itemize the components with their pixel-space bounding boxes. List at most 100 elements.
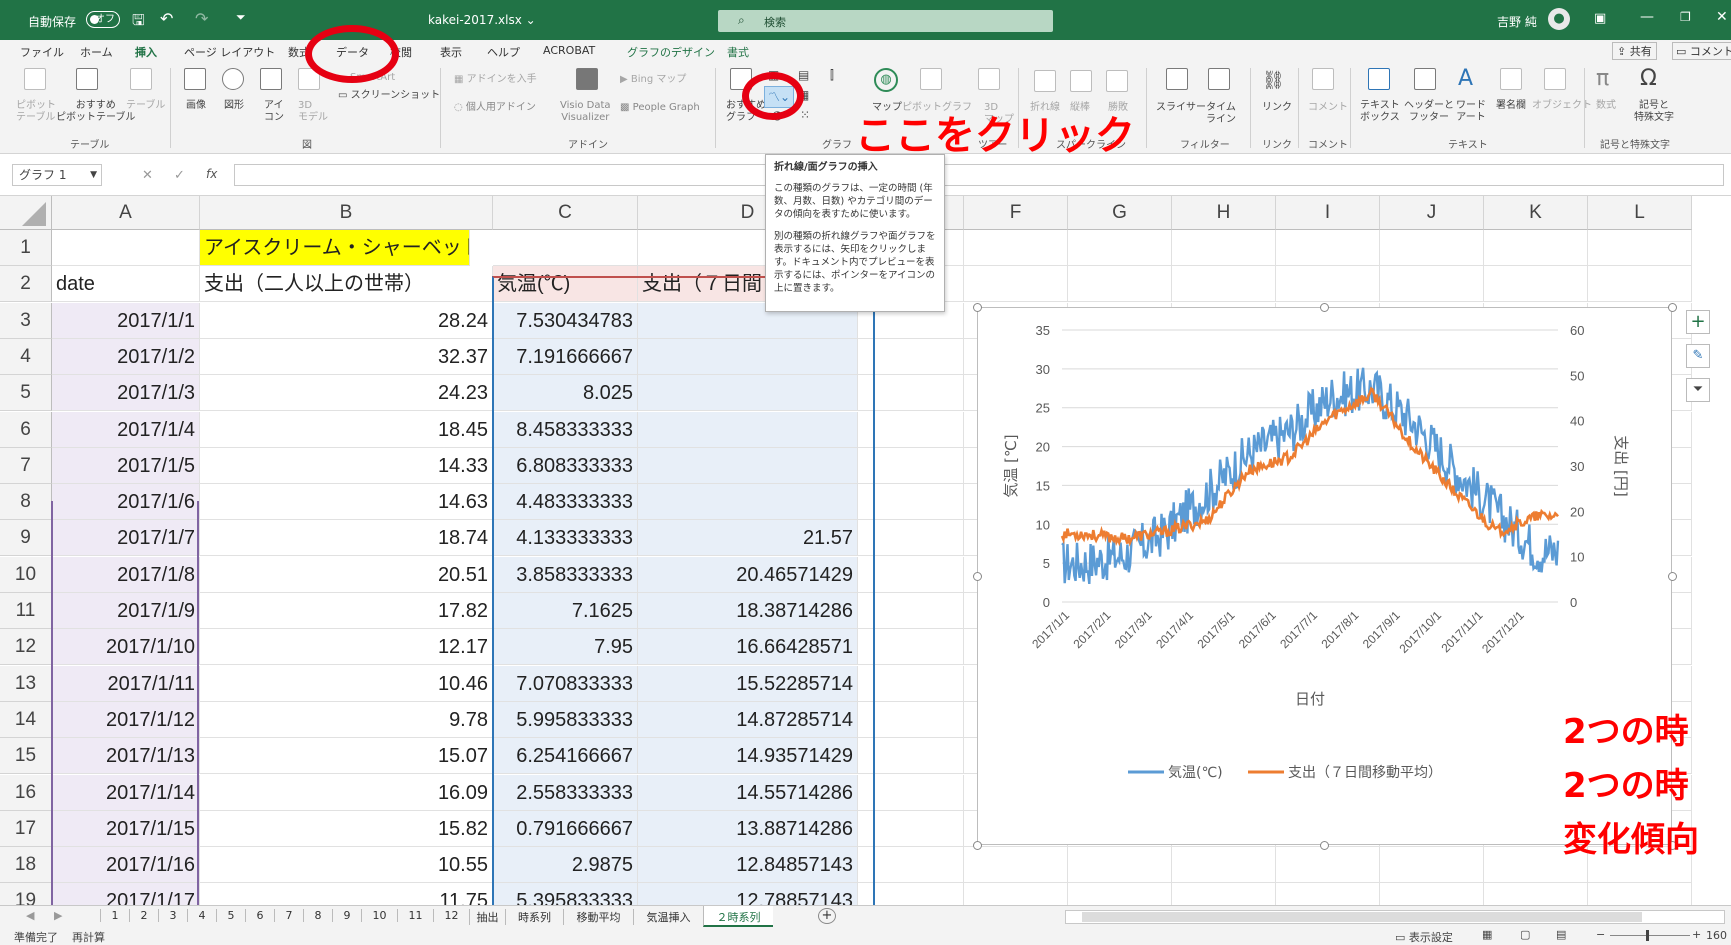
cell[interactable]: [858, 775, 964, 811]
insert-function-icon[interactable]: fx: [206, 167, 217, 181]
timeline-button[interactable]: タイム ライン: [1206, 102, 1236, 126]
get-addins-button[interactable]: ▦ アドインを入手: [454, 74, 537, 86]
column-header[interactable]: K: [1484, 196, 1588, 230]
cell[interactable]: [1172, 230, 1276, 266]
cell[interactable]: [1276, 883, 1380, 905]
cell[interactable]: [52, 230, 200, 266]
row-header[interactable]: 2: [0, 266, 52, 302]
cell[interactable]: [858, 738, 964, 774]
textbox-button[interactable]: テキスト ボックス: [1360, 100, 1400, 124]
equation-button[interactable]: 数式: [1596, 100, 1616, 112]
row-header[interactable]: 8: [0, 484, 52, 520]
resize-handle[interactable]: [1668, 572, 1677, 581]
signature-button[interactable]: 署名欄: [1496, 100, 1526, 112]
insert-comment-button[interactable]: コメント: [1308, 102, 1348, 114]
display-settings-button[interactable]: ▭ 表示設定: [1395, 929, 1453, 945]
row-header[interactable]: 6: [0, 412, 52, 448]
resize-handle[interactable]: [973, 303, 982, 312]
cell[interactable]: 18.74: [200, 520, 493, 556]
sheet-tab[interactable]: 10: [361, 909, 397, 922]
cell[interactable]: 32.37: [200, 339, 493, 375]
resize-handle[interactable]: [1320, 841, 1329, 850]
bing-maps-button[interactable]: ▶ Bing マップ: [620, 74, 686, 86]
sheet-tab[interactable]: 7: [274, 909, 303, 922]
tab-file[interactable]: ファイル: [20, 44, 64, 60]
save-icon[interactable]: 🖫: [132, 10, 145, 35]
cell[interactable]: [1276, 266, 1380, 302]
resize-handle[interactable]: [1668, 303, 1677, 312]
share-button[interactable]: ⇪ 共有: [1612, 42, 1657, 60]
cell[interactable]: 6.254166667: [493, 738, 638, 774]
cell[interactable]: [858, 520, 964, 556]
column-header[interactable]: G: [1068, 196, 1172, 230]
header-cell[interactable]: 気温(℃): [493, 266, 638, 302]
row-header[interactable]: 17: [0, 811, 52, 847]
cell[interactable]: [1276, 847, 1380, 883]
row-header[interactable]: 1: [0, 230, 52, 266]
column-header[interactable]: H: [1172, 196, 1276, 230]
cell[interactable]: [493, 230, 638, 266]
row-header[interactable]: 3: [0, 303, 52, 339]
cell[interactable]: 17.82: [200, 593, 493, 629]
row-header[interactable]: 9: [0, 520, 52, 556]
cell[interactable]: 14.33: [200, 448, 493, 484]
cell[interactable]: [858, 811, 964, 847]
cell[interactable]: 5.395833333: [493, 883, 638, 905]
slicer-button[interactable]: スライサー: [1156, 102, 1206, 114]
cell[interactable]: 2017/1/11: [52, 666, 200, 702]
cell[interactable]: 14.55714286: [638, 775, 858, 811]
row-header[interactable]: 12: [0, 629, 52, 665]
chart-styles-brush-icon[interactable]: ✎: [1686, 344, 1710, 368]
tab-page-layout[interactable]: ページ レイアウト: [184, 44, 275, 60]
cell[interactable]: [858, 412, 964, 448]
tab-format[interactable]: 書式: [727, 44, 749, 60]
resize-handle[interactable]: [973, 572, 982, 581]
cell[interactable]: 7.1625: [493, 593, 638, 629]
cell[interactable]: 4.483333333: [493, 484, 638, 520]
formula-input[interactable]: [234, 164, 1724, 186]
tab-view[interactable]: 表示: [440, 44, 462, 60]
cell[interactable]: 2017/1/12: [52, 702, 200, 738]
cell[interactable]: [1380, 847, 1484, 883]
tab-acrobat[interactable]: ACROBAT: [543, 44, 595, 57]
cell[interactable]: [1172, 266, 1276, 302]
cell[interactable]: 2017/1/4: [52, 412, 200, 448]
sheet-tab[interactable]: 8: [303, 909, 332, 922]
symbol-button[interactable]: 記号と 特殊文字: [1634, 100, 1674, 124]
row-header[interactable]: 4: [0, 339, 52, 375]
restore-icon[interactable]: ❐: [1680, 10, 1691, 24]
next-sheet-icon[interactable]: ▶: [54, 909, 62, 922]
scatter-chart-button[interactable]: ⁙: [800, 108, 824, 126]
cell[interactable]: [1172, 847, 1276, 883]
cancel-icon[interactable]: ✕: [142, 168, 153, 183]
column-header[interactable]: B: [200, 196, 493, 230]
cell[interactable]: 2017/1/3: [52, 375, 200, 411]
cell[interactable]: 7.191666667: [493, 339, 638, 375]
tab-home[interactable]: ホーム: [80, 44, 113, 60]
name-box[interactable]: グラフ 1 ▼: [12, 164, 102, 186]
sheet-tab[interactable]: 3: [158, 909, 187, 922]
row-header[interactable]: 7: [0, 448, 52, 484]
sheet-tab[interactable]: ２時系列: [703, 906, 773, 927]
cell[interactable]: [858, 702, 964, 738]
cell[interactable]: [964, 847, 1068, 883]
sheet-tab[interactable]: 1: [100, 909, 129, 922]
sheet-tab[interactable]: 9: [332, 909, 361, 922]
cell[interactable]: [638, 412, 858, 448]
cell[interactable]: [1068, 266, 1172, 302]
cell[interactable]: 2017/1/9: [52, 593, 200, 629]
cell[interactable]: 2017/1/17: [52, 883, 200, 905]
cell[interactable]: [638, 484, 858, 520]
cell[interactable]: 21.57: [638, 520, 858, 556]
cell[interactable]: 9.78: [200, 702, 493, 738]
cell[interactable]: 2017/1/5: [52, 448, 200, 484]
resize-handle[interactable]: [973, 841, 982, 850]
screenshot-button[interactable]: ▭ スクリーンショット: [338, 90, 440, 102]
column-header[interactable]: F: [964, 196, 1068, 230]
cell[interactable]: [638, 448, 858, 484]
cell[interactable]: [964, 266, 1068, 302]
cell[interactable]: [964, 230, 1068, 266]
cell[interactable]: [858, 593, 964, 629]
user-name[interactable]: 吉野 純: [1497, 13, 1537, 30]
cell[interactable]: 2017/1/2: [52, 339, 200, 375]
